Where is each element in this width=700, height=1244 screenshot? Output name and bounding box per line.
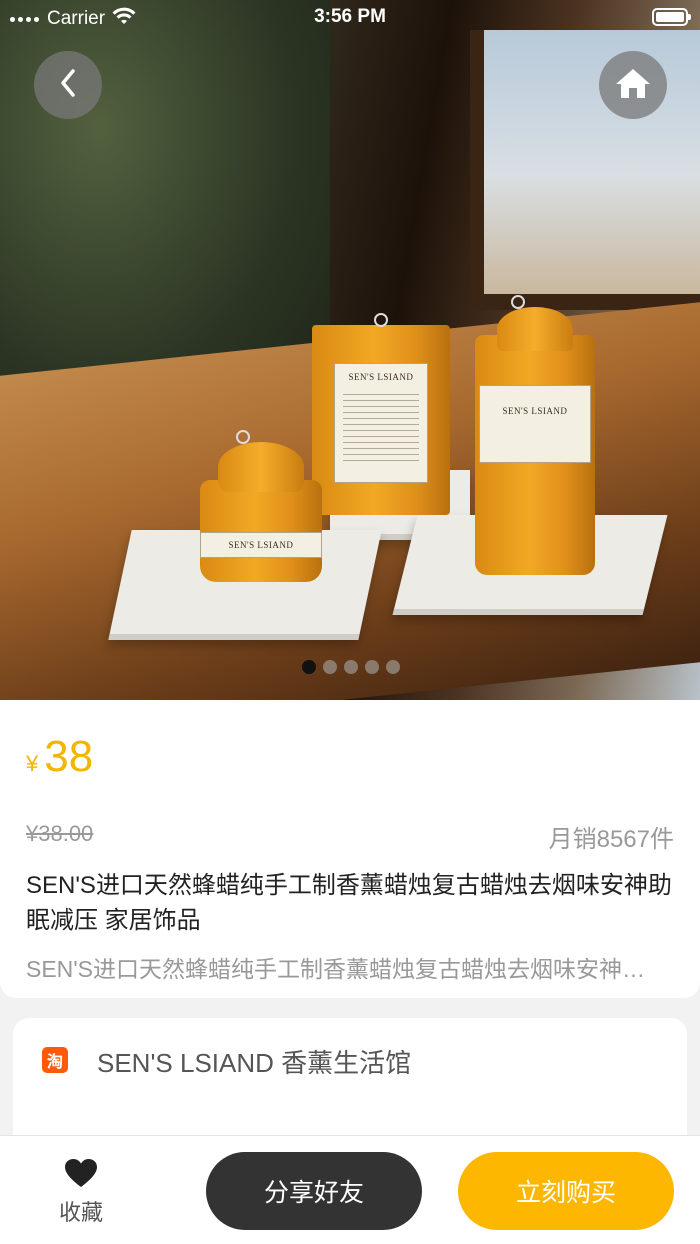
product-subtitle: SEN'S进口天然蜂蜡纯手工制香薰蜡烛复古蜡烛去烟味安神助眠减压 家居饰品 — [26, 956, 666, 982]
shop-name[interactable]: SEN'S LSIAND 香薰生活馆 — [97, 1043, 411, 1080]
photo-window — [470, 30, 700, 310]
product-info-card: ¥ 38 ¥38.00 月销8567件 SEN'S进口天然蜂蜡纯手工制香薰蜡烛复… — [0, 700, 700, 998]
chevron-left-icon — [57, 67, 79, 104]
price-value: 38 — [44, 732, 94, 781]
product-title: SEN'S进口天然蜂蜡纯手工制香薰蜡烛复古蜡烛去烟味安神助眠减压 家居饰品 — [26, 872, 672, 934]
product-image-carousel[interactable]: SEN'S LSIAND SEN'S LSIAND SEN'S LSIAND — [0, 0, 700, 700]
status-bar: Carrier 3:56 PM — [0, 0, 700, 34]
clock: 3:56 PM — [314, 6, 386, 27]
candle-label: SEN'S LSIAND — [479, 385, 591, 463]
pager-dot[interactable] — [386, 660, 400, 674]
candle-wick — [236, 430, 250, 444]
carousel-pager[interactable] — [302, 660, 400, 674]
favorite-label: 收藏 — [58, 1200, 103, 1225]
photo-candle-small: SEN'S LSIAND — [200, 430, 322, 582]
price: ¥ 38 — [26, 732, 93, 782]
bottom-action-bar: 收藏 分享好友 立刻购买 — [0, 1135, 700, 1244]
candle-label-text: SEN'S LSIAND — [348, 372, 414, 382]
pager-dot-active[interactable] — [302, 660, 316, 674]
photo-candle-square: SEN'S LSIAND — [312, 313, 450, 515]
heart-icon — [64, 1159, 98, 1192]
taobao-logo-icon: 淘 — [42, 1047, 68, 1073]
share-button[interactable]: 分享好友 — [206, 1152, 422, 1230]
candle-wick — [511, 295, 525, 309]
buy-now-button[interactable]: 立刻购买 — [458, 1152, 674, 1230]
back-button[interactable] — [34, 51, 102, 119]
candle-label-text: SEN'S LSIAND — [228, 540, 294, 550]
favorite-button[interactable]: 收藏 — [50, 1158, 112, 1227]
product-detail-page: SEN'S LSIAND SEN'S LSIAND SEN'S LSIAND C… — [0, 0, 700, 1244]
candle-label-lines — [343, 394, 419, 464]
candle-label: SEN'S LSIAND — [200, 532, 322, 558]
monthly-sales: 月销8567件 — [548, 826, 674, 853]
candle-label-text: SEN'S LSIAND — [502, 406, 568, 416]
currency-symbol: ¥ — [26, 751, 39, 776]
pager-dot[interactable] — [344, 660, 358, 674]
candle-label: SEN'S LSIAND — [334, 363, 428, 483]
original-price: ¥38.00 — [26, 821, 94, 846]
photo-candle-tall: SEN'S LSIAND — [475, 295, 595, 575]
home-button[interactable] — [599, 51, 667, 119]
battery-icon — [652, 8, 691, 26]
candle-wick — [374, 313, 388, 327]
pager-dot[interactable] — [365, 660, 379, 674]
home-icon — [614, 66, 652, 105]
pager-dot[interactable] — [323, 660, 337, 674]
